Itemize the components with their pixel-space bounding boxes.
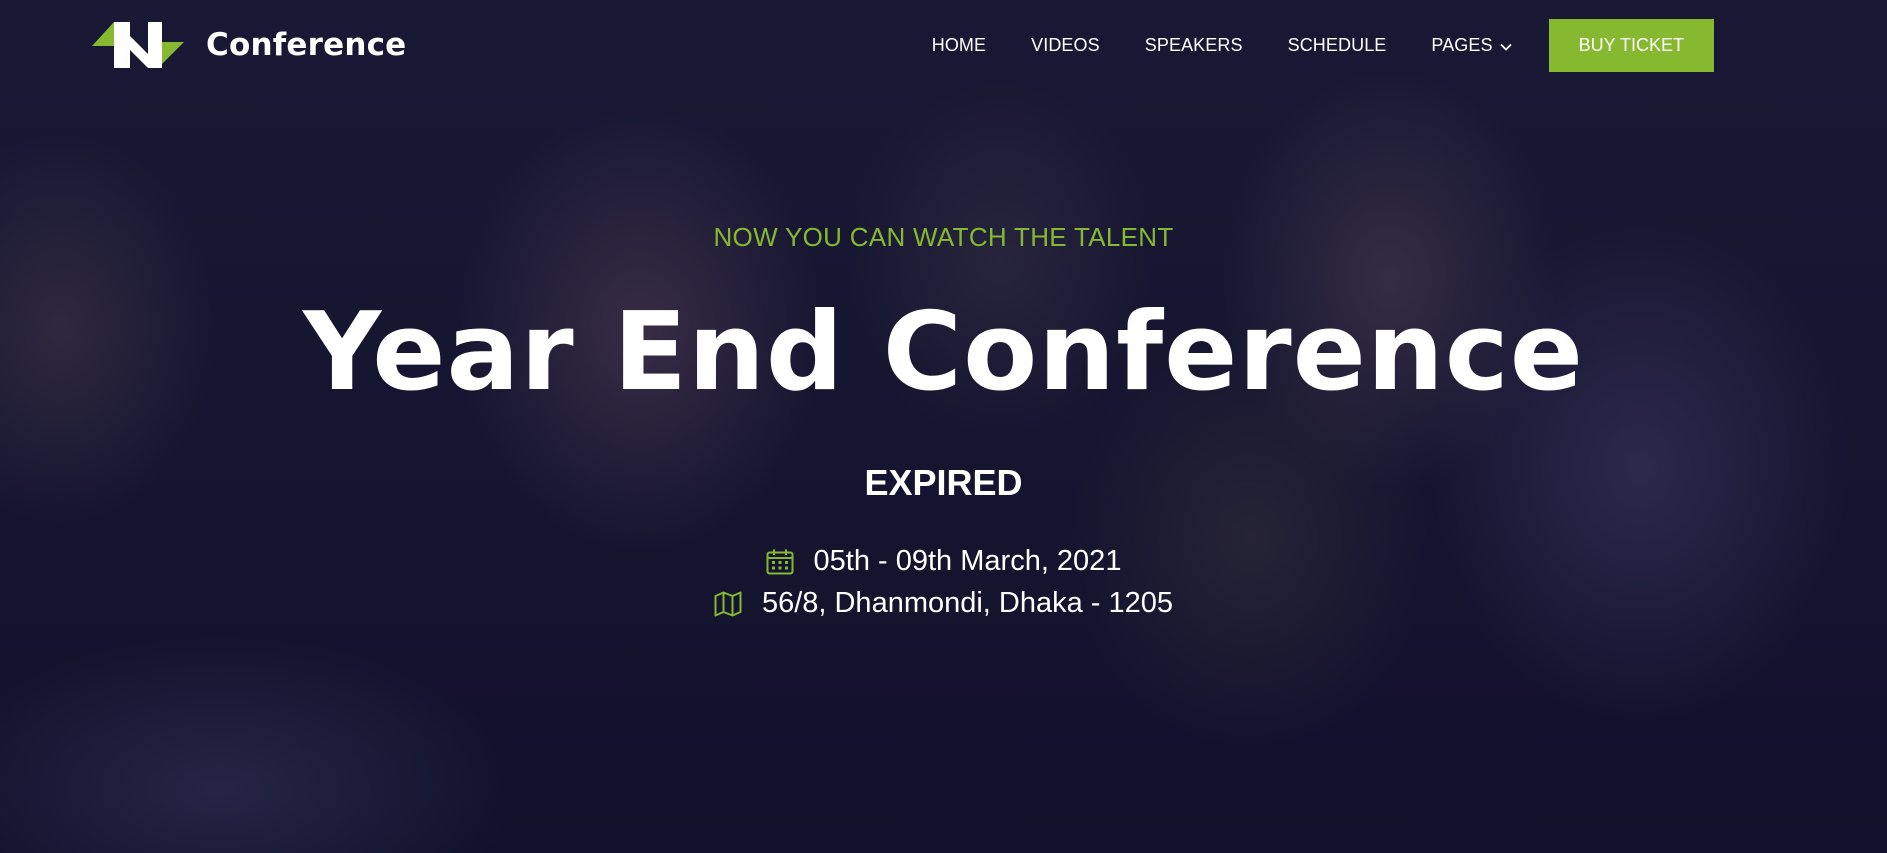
hero-kicker: NOW YOU CAN WATCH THE TALENT [713, 222, 1174, 252]
nav-speakers[interactable]: SPEAKERS [1145, 35, 1243, 56]
site-logo[interactable]: Conference [92, 22, 406, 68]
logo-text: Conference [206, 27, 407, 63]
logo-mark-icon [92, 22, 184, 68]
chevron-down-icon [1499, 35, 1512, 56]
nav-schedule[interactable]: SCHEDULE [1288, 35, 1387, 56]
event-date: 05th - 09th March, 2021 [813, 545, 1122, 577]
nav-videos[interactable]: VIDEOS [1031, 35, 1100, 56]
nav-home[interactable]: HOME [932, 35, 986, 56]
hero-background [0, 0, 1887, 853]
event-location: 56/8, Dhanmondi, Dhaka - 1205 [761, 587, 1174, 619]
hero-title: Year End Conference [302, 290, 1585, 415]
map-icon [714, 591, 742, 617]
buy-ticket-button[interactable]: BUY TICKET [1548, 19, 1714, 72]
calendar-icon [766, 549, 794, 575]
hero-overlay [0, 0, 1887, 853]
nav-pages[interactable]: PAGES [1431, 35, 1512, 56]
nav-pages-label: PAGES [1431, 35, 1493, 55]
event-date-row: 05th - 09th March, 2021 [0, 545, 1887, 578]
event-location-row: 56/8, Dhanmondi, Dhaka - 1205 [0, 587, 1887, 620]
main-nav: HOME VIDEOS SPEAKERS SCHEDULE PAGES BUY … [932, 19, 1714, 72]
event-status: EXPIRED [864, 462, 1023, 503]
